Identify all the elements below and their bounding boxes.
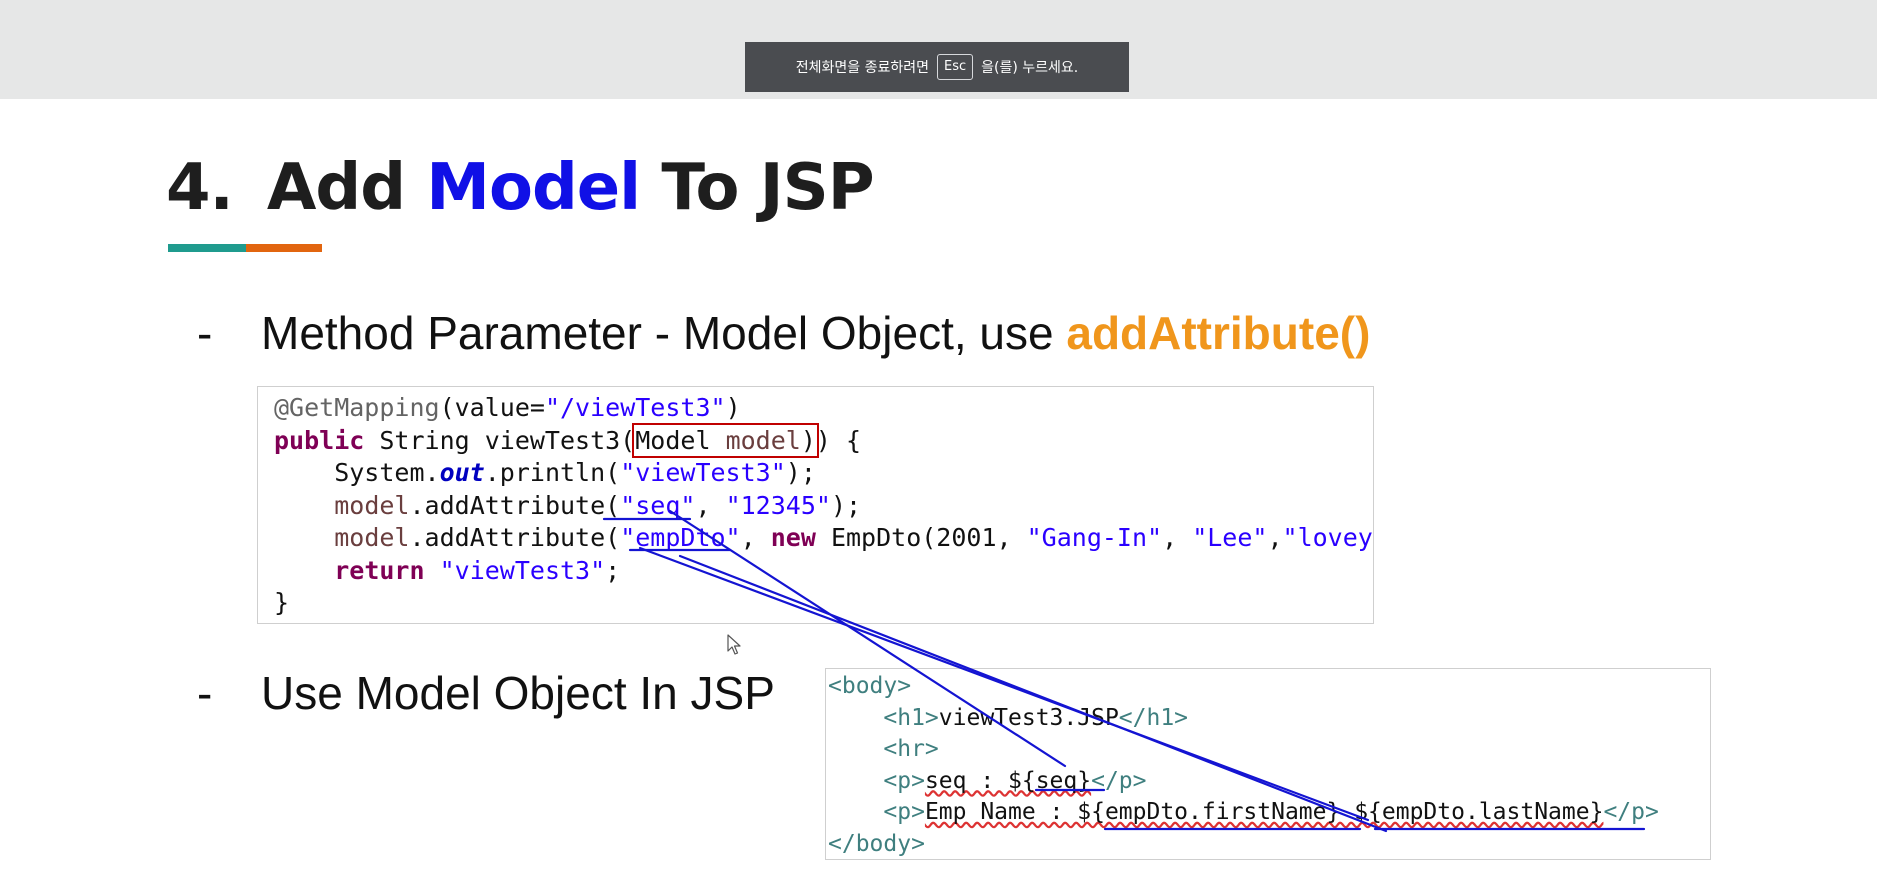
code-token: , [695, 490, 726, 520]
code-token: "seq" [620, 490, 696, 520]
code-token: <hr> [883, 736, 939, 762]
bullet1-text: Method Parameter - Model Object, use [261, 307, 1067, 359]
code-token: (value= [439, 393, 545, 422]
code-line: @GetMapping(value="/viewTest3") [258, 392, 1373, 425]
code-token: .println( [484, 458, 621, 487]
code-token: System. [274, 458, 440, 487]
code-token: model [334, 523, 410, 552]
slide-title: 4. Add Model To JSP [166, 148, 875, 228]
java-code-block: @GetMapping(value="/viewTest3") public S… [257, 386, 1374, 624]
code-token: "viewTest3" [620, 458, 786, 487]
code-line: model.addAttribute("empDto", new EmpDto(… [258, 522, 1373, 555]
code-token: Emp Name : ${empDto.firstName} ${empDto.… [924, 799, 1604, 825]
code-token: <p> [883, 799, 925, 825]
code-token: ) [725, 393, 741, 422]
code-token: <h1> [883, 704, 939, 731]
code-line: return "viewTest3"; [258, 555, 1373, 588]
code-token: , [1267, 523, 1283, 552]
code-line: <hr> [826, 734, 1710, 766]
code-token: ) { [815, 425, 862, 455]
bullet-text: Method Parameter - Model Object, use add… [261, 306, 1370, 360]
fullscreen-notice-after: 을(를) 누르세요. [981, 60, 1079, 76]
code-token: </h1> [1118, 704, 1189, 731]
code-line: } [258, 587, 1373, 620]
code-token: .addAttribute( [409, 523, 621, 552]
esc-key-badge: Esc [937, 54, 974, 80]
code-line: </body> [826, 829, 1710, 860]
code-token: EmpDto(2001, [815, 523, 1027, 552]
code-token: new [770, 523, 816, 552]
code-token: .addAttribute( [409, 490, 621, 520]
bullet2-text: Use Model Object In JSP [261, 667, 775, 719]
code-token: ); [785, 458, 816, 487]
code-token: </p> [1091, 767, 1147, 794]
code-token: model [334, 490, 410, 520]
code-token: model [725, 425, 801, 455]
code-token: ); [830, 490, 862, 520]
code-token: Model [635, 425, 726, 455]
title-part1: Add [266, 151, 406, 225]
code-line: <p>seq : ${seq}</p> [826, 766, 1710, 798]
title-part2: To JSP [661, 151, 874, 225]
code-line: <h1>viewTest3.JSP</h1> [826, 703, 1710, 735]
code-token: out [439, 458, 485, 487]
bullet-dash: - [197, 307, 213, 359]
code-line: public String viewTest3(Model model)) { [258, 422, 1373, 458]
code-line: System.out.println("viewTest3"); [258, 457, 1373, 490]
title-number: 4. [166, 151, 234, 225]
title-highlight: Model [426, 151, 641, 225]
code-token: <body> [828, 673, 912, 699]
code-line: model.addAttribute("seq", "12345"); [258, 490, 1373, 523]
title-underline-teal [168, 244, 246, 252]
code-token: "empDto" [620, 523, 741, 552]
fullscreen-exit-notice: 전체화면을 종료하려면 Esc 을(를) 누르세요. [745, 42, 1129, 92]
code-token: "12345" [725, 490, 831, 520]
code-token: , [740, 523, 771, 552]
jsp-code-block: <body> <h1>viewTest3.JSP</h1> <hr> <p>se… [825, 668, 1711, 860]
code-token: </p> [1603, 799, 1659, 825]
code-line: <body> [826, 671, 1710, 703]
bullet-dash: - [197, 667, 213, 719]
code-token: , [1162, 523, 1193, 552]
code-token: } [274, 588, 290, 617]
bullet1-accent: addAttribute() [1066, 307, 1371, 359]
code-token: String viewTest3( [364, 425, 636, 455]
code-token: viewTest3.JSP [938, 704, 1119, 731]
code-token: "viewTest3" [439, 555, 606, 585]
fullscreen-notice-before: 전체화면을 종료하려면 [795, 60, 929, 76]
code-token: @GetMapping [274, 393, 440, 422]
code-token: </body> [828, 830, 925, 857]
code-token: "Lee" [1192, 523, 1268, 552]
title-underline-orange [246, 244, 322, 252]
code-line: <p>Emp Name : ${empDto.firstName} ${empD… [826, 797, 1710, 829]
code-token: "Gang-In" [1026, 523, 1163, 552]
code-token: <p> [883, 767, 925, 794]
code-token: "loveyo [1282, 523, 1373, 552]
code-token: ; [605, 555, 621, 585]
code-token: seq : ${seq} [924, 767, 1092, 794]
code-token: public [274, 425, 365, 455]
mouse-pointer-icon [727, 634, 741, 655]
code-token: return [334, 555, 425, 585]
highlighted-model-param: Model model) [632, 422, 819, 458]
code-token: "/viewTest3" [544, 393, 726, 422]
